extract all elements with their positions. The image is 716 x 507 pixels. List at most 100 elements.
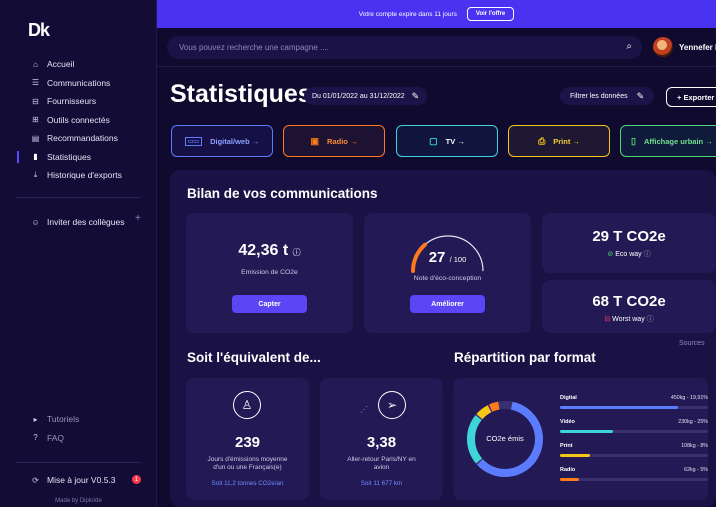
format-digital-button[interactable]: ▭▭ Digital/web → — [171, 125, 273, 157]
equivalent-title: Soit l'équivalent de... — [187, 350, 321, 365]
sidebar-item-fournisseurs[interactable]: ⊟ Fournisseurs — [0, 92, 157, 111]
monitor-icon: ▭▭ — [184, 136, 203, 146]
bar-fill — [560, 454, 590, 457]
days-label: Jours d'émissions moyenne d'un ou une Fr… — [186, 456, 309, 472]
worst-way-label: Worst way — [612, 316, 645, 323]
donut-segment-print — [476, 405, 492, 420]
date-range-picker[interactable]: Du 01/01/2022 au 31/12/2022 ✎ — [304, 87, 428, 105]
pencil-icon: ✎ — [636, 90, 645, 101]
sidebar: Dk ⌂ Accueil ☰ Communications ⊟ Fournisseur… — [0, 0, 157, 507]
filter-button[interactable]: Filtrer les données ✎ — [560, 87, 655, 105]
pencil-icon: ✎ — [411, 90, 420, 101]
info-icon[interactable]: ⓘ — [644, 251, 651, 258]
update-section: ⟳ Mise à jour V0.5.3 1 — [0, 471, 157, 490]
user-icon: ☺ — [31, 217, 40, 227]
search-input[interactable]: Vous pouvez recherche une campagne .... … — [167, 36, 642, 59]
person-icon: ♙ — [233, 391, 261, 419]
sidebar-item-historique[interactable]: ⤓ Historique d'exports — [0, 166, 157, 185]
emission-value: 42,36 t ⓘ — [186, 242, 353, 260]
bar-label: Digital — [560, 395, 577, 401]
sidebar-item-label: Fournisseurs — [47, 96, 97, 107]
billboard-icon: ▯ — [631, 135, 636, 146]
tv-icon: ▢ — [429, 135, 438, 146]
eco-way-subtitle: ⊘ Eco way ⓘ — [542, 249, 716, 259]
home-icon: ⌂ — [33, 59, 38, 69]
play-icon: ▸ — [33, 414, 38, 424]
bar-value: 230kg - 25% — [678, 419, 708, 425]
repartition-title: Répartition par format — [454, 350, 596, 365]
days-label-line1: Jours d'émissions moyenne — [207, 456, 288, 463]
capter-button[interactable]: Capter — [232, 295, 307, 313]
radio-icon: ▣ — [310, 135, 320, 146]
download-icon: ⤓ — [33, 170, 38, 180]
bar-track — [560, 406, 708, 409]
format-affichage-button[interactable]: ▯ Affichage urbain → — [620, 125, 716, 157]
grid-icon: ⊞ — [32, 115, 39, 125]
user-name: Yennefer D — [679, 42, 716, 52]
sidebar-item-faq[interactable]: ? FAQ — [0, 429, 157, 448]
sidebar-item-communications[interactable]: ☰ Communications — [0, 74, 157, 93]
document-icon: ▤ — [31, 133, 40, 143]
worst-way-subtitle: ⊟ Worst way ⓘ — [542, 314, 716, 324]
bar-label: Print — [560, 443, 573, 449]
sidebar-item-tutoriels[interactable]: ▸ Tutoriels — [0, 410, 157, 429]
factory-icon: ⊟ — [604, 316, 611, 323]
emission-label: Emission de CO2e — [241, 269, 298, 276]
made-by: Made by Diploïde — [55, 498, 102, 504]
notification-badge: 1 — [132, 475, 141, 484]
flight-value: 3,38 — [366, 434, 397, 451]
sidebar-divider — [16, 462, 141, 463]
flight-link[interactable]: Soit 11 677 km — [320, 480, 443, 487]
format-tv-button[interactable]: ▢ TV → — [396, 125, 498, 157]
plus-icon[interactable]: + — [135, 213, 141, 224]
logo[interactable]: Dk — [28, 20, 50, 41]
bar-fill — [560, 406, 679, 409]
refresh-icon: ⟳ — [32, 475, 39, 485]
sidebar-bottom: ▸ Tutoriels ? FAQ — [0, 410, 157, 447]
eco-score-number: 27 — [428, 249, 446, 266]
sources-link[interactable]: Sources — [679, 340, 705, 347]
factory-icon: ⊟ — [32, 96, 39, 106]
print-icon: ⎙ — [538, 135, 546, 146]
dotted-trail-icon: ⋰ — [360, 405, 368, 414]
format-radio-button[interactable]: ▣ Radio → — [283, 125, 385, 157]
format-print-button[interactable]: ⎙ Print → — [508, 125, 610, 157]
bar-track — [560, 478, 708, 481]
format-label: Digital/web → — [210, 136, 260, 146]
sidebar-item-recommandations[interactable]: ▤ Recommandations — [0, 129, 157, 148]
bar-value: 108kg - 8% — [681, 443, 708, 449]
export-button[interactable]: + Exporter — [666, 87, 716, 107]
bar-track — [560, 430, 708, 433]
sidebar-divider — [16, 197, 141, 198]
sidebar-item-label: Statistiques — [47, 151, 91, 162]
info-icon[interactable]: ⓘ — [647, 316, 654, 323]
ameliorer-button[interactable]: Améliorer — [410, 295, 485, 313]
user-menu[interactable]: Yennefer D — [653, 37, 716, 57]
sidebar-item-statistiques[interactable]: ▮ Statistiques — [0, 148, 157, 167]
eco-score-suffix: / 100 — [449, 255, 467, 264]
bar-label: Radio — [560, 467, 576, 473]
eco-way-label: Eco way — [615, 251, 642, 258]
sidebar-item-outils[interactable]: ⊞ Outils connectés — [0, 111, 157, 130]
app: Dk ⌂ Accueil ☰ Communications ⊟ Fournisseur… — [0, 0, 716, 507]
help-icon: ? — [33, 433, 38, 443]
sidebar-item-accueil[interactable]: ⌂ Accueil — [0, 55, 157, 74]
days-value: 239 — [234, 434, 261, 451]
format-label: Print → — [553, 136, 580, 146]
info-icon[interactable]: ⓘ — [293, 248, 301, 257]
eco-score-value: 27 / 100 — [364, 249, 531, 266]
eco-way-value: 29 T CO2e — [592, 228, 666, 245]
sidebar-item-label: Tutoriels — [47, 414, 80, 425]
search-icon[interactable]: ⌕ — [626, 41, 632, 52]
bilan-title: Bilan de vos communications — [187, 186, 378, 201]
view-offer-button[interactable]: Voir l'offre — [466, 7, 515, 21]
page-title: Statistiques — [170, 80, 312, 108]
invite-colleagues-button[interactable]: ☺ Inviter des collègues — [0, 213, 157, 232]
format-label: Affichage urbain → — [643, 136, 713, 146]
banner-text: Votre compte expire dans 11 jours — [358, 10, 457, 18]
days-link[interactable]: Soit 11,2 tonnes CO2e/an — [186, 480, 309, 487]
search-placeholder: Vous pouvez recherche une campagne .... — [179, 43, 329, 52]
worst-way-value: 68 T CO2e — [592, 293, 666, 310]
sidebar-item-label: Recommandations — [47, 133, 118, 144]
eco-way: 29 T CO2e ⊘ Eco way ⓘ — [542, 228, 716, 259]
